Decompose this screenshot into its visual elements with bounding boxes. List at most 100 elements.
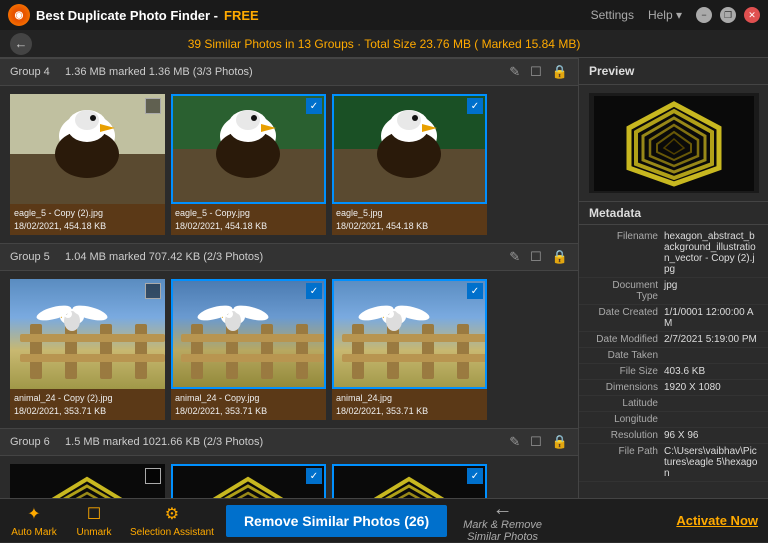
group-5-title: Group 5 1.04 MB marked 707.42 KB (2/3 Ph… [10,251,509,263]
app-title-free: FREE [224,8,259,23]
sub-header: ← 39 Similar Photos in 13 Groups · Total… [0,30,768,58]
group-5-check-icon[interactable]: ☐ [530,249,542,265]
photo-bird-checkbox[interactable] [467,283,483,299]
photo-hex-1-checkbox[interactable] [145,468,161,484]
metadata-key: Document Type [589,280,664,302]
metadata-value: 2/7/2021 5:19:00 PM [664,334,758,345]
photo-bird[interactable]: animal_24.jpg18/02/2021, 353.71 KB [332,279,487,420]
unmark-icon: ☐ [83,503,105,525]
metadata-row: File Size403.6 KB [579,364,768,380]
arrow-symbol: ← [493,499,513,519]
photo-eagle-copy-caption: eagle_5 - Copy.jpg18/02/2021, 454.18 KB [171,204,326,235]
metadata-row: Dimensions1920 X 1080 [579,380,768,396]
metadata-row: Filenamehexagon_abstract_background_illu… [579,229,768,278]
unmark-button[interactable]: ☐ Unmark [70,503,118,538]
photo-bird-img [332,279,487,389]
remove-button[interactable]: Remove Similar Photos (26) [226,505,447,537]
activate-now-button[interactable]: Activate Now [676,513,758,528]
photo-eagle-copy[interactable]: eagle_5 - Copy.jpg18/02/2021, 454.18 KB [171,94,326,235]
preview-title: Preview [579,58,768,85]
metadata-key: Latitude [589,398,664,409]
photo-eagle-checkbox[interactable] [467,98,483,114]
unmark-label: Unmark [76,527,111,538]
metadata-key: Longitude [589,414,664,425]
group-4-icons: ✎ ☐ 🔒 [509,64,568,80]
photo-hex-3-checkbox[interactable] [467,468,483,484]
photo-bird-copy2[interactable]: animal_24 - Copy (2).jpg18/02/2021, 353.… [10,279,165,420]
group-6-photos [0,456,578,498]
photo-bird-copy-checkbox[interactable] [306,283,322,299]
photo-bird-copy2-caption: animal_24 - Copy (2).jpg18/02/2021, 353.… [10,389,165,420]
photo-eagle-copy2-caption: eagle_5 - Copy (2).jpg18/02/2021, 454.18… [10,204,165,235]
arrow-hint-line1: Mark & Remove [463,519,542,531]
bird-2-svg [171,279,326,389]
group-6-check-icon[interactable]: ☐ [530,434,542,450]
group-5-edit-icon[interactable]: ✎ [509,249,520,265]
photo-eagle-copy2-checkbox[interactable] [145,98,161,114]
metadata-row: Date Taken [579,348,768,364]
group-4-header: Group 4 1.36 MB marked 1.36 MB (3/3 Phot… [0,58,578,86]
maximize-button[interactable]: ❐ [720,7,736,23]
window-controls: − ❐ ✕ [696,7,760,23]
photo-bird-copy2-checkbox[interactable] [145,283,161,299]
hex-1-svg [10,464,165,498]
group-5-section: Group 5 1.04 MB marked 707.42 KB (2/3 Ph… [0,243,578,428]
right-panel: Preview Metadata Filenamehexagon_abstrac… [578,58,768,498]
photo-hex-1[interactable] [10,464,165,498]
group-4-check-icon[interactable]: ☐ [530,64,542,80]
metadata-value: 1920 X 1080 [664,382,758,393]
selection-assistant-button[interactable]: ⚙ Selection Assistant [130,503,214,538]
group-4-section: Group 4 1.36 MB marked 1.36 MB (3/3 Phot… [0,58,578,243]
photo-eagle-copy2[interactable]: eagle_5 - Copy (2).jpg18/02/2021, 454.18… [10,94,165,235]
group-4-title: Group 4 1.36 MB marked 1.36 MB (3/3 Phot… [10,66,509,78]
metadata-key: Resolution [589,430,664,441]
hex-2-svg [171,464,326,498]
eagle-3-svg [332,94,487,204]
metadata-row: File PathC:\Users\vaibhav\Pictures\eagle… [579,444,768,482]
eagle-2-svg [171,94,326,204]
group-6-title: Group 6 1.5 MB marked 1021.66 KB (2/3 Ph… [10,436,509,448]
group-6-icons: ✎ ☐ 🔒 [509,434,568,450]
auto-mark-icon: ✦ [23,503,45,525]
metadata-row: Date Modified2/7/2021 5:19:00 PM [579,332,768,348]
auto-mark-button[interactable]: ✦ Auto Mark [10,503,58,538]
eagle-1-svg [10,94,165,204]
group-6-edit-icon[interactable]: ✎ [509,434,520,450]
back-button[interactable]: ← [10,33,32,55]
photo-hex-2[interactable] [171,464,326,498]
photo-hex-1-img [10,464,165,498]
metadata-title: Metadata [579,201,768,225]
minimize-button[interactable]: − [696,7,712,23]
metadata-key: Dimensions [589,382,664,393]
metadata-value [664,414,758,425]
auto-mark-label: Auto Mark [11,527,57,538]
photo-eagle[interactable]: eagle_5.jpg18/02/2021, 454.18 KB [332,94,487,235]
group-5-lock-icon[interactable]: 🔒 [552,249,568,265]
photo-bird-copy-img [171,279,326,389]
photo-hex-3[interactable] [332,464,487,498]
help-button[interactable]: Help ▾ [648,8,682,22]
photo-hex-2-img [171,464,326,498]
photo-hex-2-checkbox[interactable] [306,468,322,484]
photo-bird-copy-caption: animal_24 - Copy.jpg18/02/2021, 353.71 K… [171,389,326,420]
app-title: Best Duplicate Photo Finder - [36,8,218,23]
photo-eagle-copy-checkbox[interactable] [306,98,322,114]
preview-hex-svg [594,96,754,191]
group-4-lock-icon[interactable]: 🔒 [552,64,568,80]
metadata-key: Date Modified [589,334,664,345]
settings-button[interactable]: Settings [591,8,634,22]
group-4-edit-icon[interactable]: ✎ [509,64,520,80]
metadata-value [664,350,758,361]
bird-1-svg [10,279,165,389]
metadata-key: File Path [589,446,664,479]
metadata-value [664,398,758,409]
metadata-row: Document Typejpg [579,278,768,305]
photo-eagle-copy2-img [10,94,165,204]
metadata-value: 403.6 KB [664,366,758,377]
preview-image [589,93,759,193]
group-6-lock-icon[interactable]: 🔒 [552,434,568,450]
photo-bird-copy[interactable]: animal_24 - Copy.jpg18/02/2021, 353.71 K… [171,279,326,420]
photo-hex-3-img [332,464,487,498]
close-button[interactable]: ✕ [744,7,760,23]
metadata-value: 1/1/0001 12:00:00 AM [664,307,758,329]
